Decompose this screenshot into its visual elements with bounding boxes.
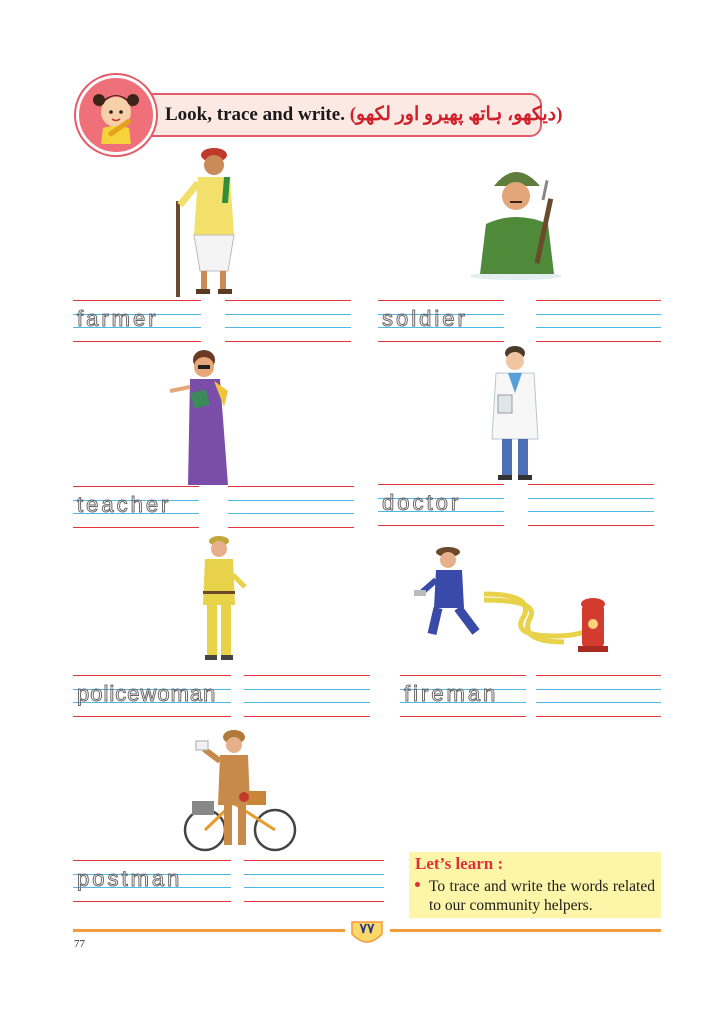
trace-lines-doctor[interactable]: doctor [378, 484, 504, 526]
trace-lines-fireman[interactable]: fireman [400, 675, 526, 717]
lets-learn-title: Let’s learn : [415, 854, 504, 873]
trace-word-farmer: farmer [77, 306, 159, 331]
trace-lines-policewoman[interactable]: policewoman [73, 675, 231, 717]
trace-lines-postman[interactable]: postman [73, 860, 231, 902]
policewoman-illustration [195, 535, 247, 665]
postman-illustration [178, 727, 298, 855]
trace-lines-soldier[interactable]: soldier [378, 300, 504, 342]
footer-rule-left [73, 929, 345, 932]
footer-rule-right [390, 929, 661, 932]
trace-word-teacher: teacher [76, 492, 172, 517]
trace-word-postman: postman [76, 866, 183, 891]
instruction-text: Look, trace and write. [165, 104, 345, 125]
write-lines-teacher[interactable] [228, 486, 354, 528]
page-badge: ۷۷ [350, 920, 384, 946]
write-lines-soldier[interactable] [536, 300, 661, 342]
page-number: 77 [74, 938, 85, 950]
trace-lines-farmer[interactable]: farmer [73, 300, 201, 342]
lets-learn-box: Let’s learn : To trace and write the wor… [409, 852, 661, 918]
girl-writing-icon [76, 75, 156, 155]
write-lines-policewoman[interactable] [244, 675, 370, 717]
doctor-illustration [486, 343, 544, 483]
instruction-title: Look, trace and write. (دیکھو، ہاتھ پھیر… [165, 103, 562, 126]
instruction-urdu: (دیکھو، ہاتھ پھیرو اور لکھو) [349, 104, 563, 125]
trace-word-soldier: soldier [382, 306, 468, 331]
write-lines-doctor[interactable] [528, 484, 654, 526]
write-lines-fireman[interactable] [536, 675, 661, 717]
trace-lines-teacher[interactable]: teacher [73, 486, 199, 528]
farmer-illustration [168, 143, 258, 298]
trace-word-policewoman: policewoman [76, 681, 217, 706]
page-badge-number: ۷۷ [359, 922, 375, 937]
write-lines-farmer[interactable] [225, 300, 351, 342]
teacher-illustration [162, 347, 242, 487]
fireman-illustration [414, 544, 618, 659]
soldier-illustration [466, 158, 564, 280]
trace-word-doctor: doctor [381, 490, 462, 515]
trace-word-fireman: fireman [403, 681, 499, 706]
lets-learn-text: To trace and write the words related to … [429, 878, 655, 914]
bullet-icon [415, 882, 420, 887]
write-lines-postman[interactable] [244, 860, 384, 902]
